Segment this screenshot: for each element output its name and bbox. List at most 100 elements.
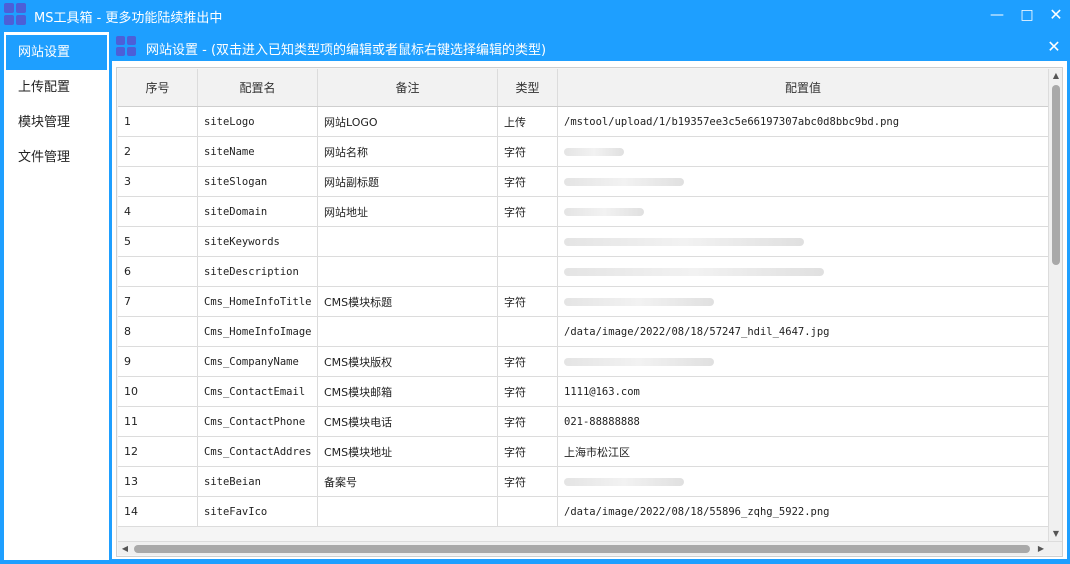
minimize-button[interactable]: — bbox=[986, 5, 1008, 25]
cell-config-value[interactable] bbox=[558, 287, 1048, 316]
cell-index[interactable]: 9 bbox=[118, 347, 198, 376]
cell-index[interactable]: 1 bbox=[118, 107, 198, 136]
cell-index[interactable]: 5 bbox=[118, 227, 198, 256]
scroll-right-icon[interactable]: ▶ bbox=[1034, 542, 1048, 556]
cell-note[interactable] bbox=[318, 257, 498, 286]
cell-note[interactable]: 网站地址 bbox=[318, 197, 498, 226]
cell-index[interactable]: 14 bbox=[118, 497, 198, 526]
cell-type[interactable] bbox=[498, 227, 558, 256]
cell-config-value[interactable]: /data/image/2022/08/18/55896_zqhg_5922.p… bbox=[558, 497, 1048, 526]
maximize-button[interactable]: □ bbox=[1016, 5, 1038, 25]
window-close-button[interactable]: ✕ bbox=[1045, 5, 1067, 25]
cell-config-name[interactable]: siteName bbox=[198, 137, 318, 166]
cell-config-name[interactable]: siteDescription bbox=[198, 257, 318, 286]
horizontal-scroll-thumb[interactable] bbox=[134, 545, 1030, 553]
cell-config-value[interactable]: 1111@163.com bbox=[558, 377, 1048, 406]
cell-config-value[interactable] bbox=[558, 347, 1048, 376]
cell-config-value[interactable] bbox=[558, 257, 1048, 286]
column-header-type[interactable]: 类型 bbox=[498, 69, 558, 106]
cell-config-value[interactable] bbox=[558, 197, 1048, 226]
cell-config-value[interactable] bbox=[558, 167, 1048, 196]
cell-index[interactable]: 4 bbox=[118, 197, 198, 226]
cell-config-name[interactable]: Cms_ContactAddres bbox=[198, 437, 318, 466]
cell-type[interactable]: 字符 bbox=[498, 407, 558, 436]
scroll-down-icon[interactable]: ▼ bbox=[1049, 527, 1062, 541]
cell-note[interactable]: 备案号 bbox=[318, 467, 498, 496]
cell-config-name[interactable]: Cms_ContactEmail bbox=[198, 377, 318, 406]
table-row[interactable]: 11 Cms_ContactPhone CMS模块电话 字符 021-88888888 bbox=[118, 407, 1048, 437]
cell-config-value[interactable]: 021-88888888 bbox=[558, 407, 1048, 436]
cell-index[interactable]: 2 bbox=[118, 137, 198, 166]
cell-type[interactable] bbox=[498, 497, 558, 526]
scroll-up-icon[interactable]: ▲ bbox=[1049, 69, 1062, 83]
table-row[interactable]: 6 siteDescription bbox=[118, 257, 1048, 287]
table-row[interactable]: 3 siteSlogan 网站副标题 字符 bbox=[118, 167, 1048, 197]
cell-config-name[interactable]: siteDomain bbox=[198, 197, 318, 226]
cell-type[interactable]: 字符 bbox=[498, 167, 558, 196]
vertical-scrollbar[interactable]: ▲ ▼ bbox=[1048, 69, 1062, 541]
cell-index[interactable]: 10 bbox=[118, 377, 198, 406]
sidebar-item-upload-config[interactable]: 上传配置 bbox=[6, 70, 107, 105]
cell-type[interactable]: 字符 bbox=[498, 467, 558, 496]
cell-type[interactable]: 字符 bbox=[498, 347, 558, 376]
cell-index[interactable]: 11 bbox=[118, 407, 198, 436]
table-row[interactable]: 13 siteBeian 备案号 字符 bbox=[118, 467, 1048, 497]
column-header-value[interactable]: 配置值 bbox=[558, 69, 1048, 106]
cell-note[interactable]: 网站LOGO bbox=[318, 107, 498, 136]
sidebar-item-module-manage[interactable]: 模块管理 bbox=[6, 105, 107, 140]
cell-note[interactable] bbox=[318, 317, 498, 346]
cell-config-name[interactable]: Cms_ContactPhone bbox=[198, 407, 318, 436]
cell-type[interactable]: 上传 bbox=[498, 107, 558, 136]
vertical-scroll-thumb[interactable] bbox=[1052, 85, 1060, 265]
title-bar[interactable]: MS工具箱 - 更多功能陆续推出中 — □ ✕ bbox=[0, 0, 1070, 30]
table-row[interactable]: 4 siteDomain 网站地址 字符 bbox=[118, 197, 1048, 227]
panel-close-button[interactable]: ✕ bbox=[1044, 36, 1064, 58]
cell-type[interactable]: 字符 bbox=[498, 287, 558, 316]
cell-note[interactable] bbox=[318, 227, 498, 256]
cell-config-value[interactable]: /mstool/upload/1/b19357ee3c5e66197307abc… bbox=[558, 107, 1048, 136]
cell-config-name[interactable]: siteFavIco bbox=[198, 497, 318, 526]
cell-config-name[interactable]: Cms_CompanyName bbox=[198, 347, 318, 376]
table-row[interactable]: 10 Cms_ContactEmail CMS模块邮箱 字符 1111@163.com bbox=[118, 377, 1048, 407]
table-row[interactable]: 9 Cms_CompanyName CMS模块版权 字符 bbox=[118, 347, 1048, 377]
cell-config-value[interactable] bbox=[558, 227, 1048, 256]
cell-type[interactable]: 字符 bbox=[498, 137, 558, 166]
cell-index[interactable]: 12 bbox=[118, 437, 198, 466]
column-header-name[interactable]: 配置名 bbox=[198, 69, 318, 106]
cell-note[interactable]: CMS模块邮箱 bbox=[318, 377, 498, 406]
cell-note[interactable]: 网站名称 bbox=[318, 137, 498, 166]
table-row[interactable]: 1 siteLogo 网站LOGO 上传/mstool/upload/1/b19357… bbox=[118, 107, 1048, 137]
cell-index[interactable]: 13 bbox=[118, 467, 198, 496]
cell-note[interactable]: CMS模块版权 bbox=[318, 347, 498, 376]
scroll-left-icon[interactable]: ◀ bbox=[118, 542, 132, 556]
column-header-note[interactable]: 备注 bbox=[318, 69, 498, 106]
cell-note[interactable]: 网站副标题 bbox=[318, 167, 498, 196]
cell-config-value[interactable]: /data/image/2022/08/18/57247_hdil_4647.j… bbox=[558, 317, 1048, 346]
horizontal-scrollbar[interactable]: ◀ ▶ bbox=[118, 541, 1062, 555]
cell-type[interactable] bbox=[498, 317, 558, 346]
cell-config-value[interactable]: 上海市松江区 bbox=[558, 437, 1048, 466]
cell-note[interactable]: CMS模块电话 bbox=[318, 407, 498, 436]
cell-config-name[interactable]: Cms_HomeInfoImage bbox=[198, 317, 318, 346]
table-row[interactable]: 14 siteFavIco/data/image/2022/08/18/55896… bbox=[118, 497, 1048, 527]
table-row[interactable]: 7 Cms_HomeInfoTitle CMS模块标题 字符 bbox=[118, 287, 1048, 317]
cell-note[interactable]: CMS模块标题 bbox=[318, 287, 498, 316]
table-row[interactable]: 12 Cms_ContactAddres CMS模块地址 字符 上海市松江区 bbox=[118, 437, 1048, 467]
cell-index[interactable]: 7 bbox=[118, 287, 198, 316]
cell-index[interactable]: 6 bbox=[118, 257, 198, 286]
cell-type[interactable] bbox=[498, 257, 558, 286]
column-header-index[interactable]: 序号 bbox=[118, 69, 198, 106]
cell-config-value[interactable] bbox=[558, 467, 1048, 496]
cell-type[interactable]: 字符 bbox=[498, 377, 558, 406]
cell-config-name[interactable]: siteKeywords bbox=[198, 227, 318, 256]
cell-config-name[interactable]: siteBeian bbox=[198, 467, 318, 496]
cell-note[interactable]: CMS模块地址 bbox=[318, 437, 498, 466]
cell-note[interactable] bbox=[318, 497, 498, 526]
cell-index[interactable]: 8 bbox=[118, 317, 198, 346]
cell-type[interactable]: 字符 bbox=[498, 197, 558, 226]
cell-type[interactable]: 字符 bbox=[498, 437, 558, 466]
table-row[interactable]: 5 siteKeywords bbox=[118, 227, 1048, 257]
cell-index[interactable]: 3 bbox=[118, 167, 198, 196]
sidebar-item-file-manage[interactable]: 文件管理 bbox=[6, 140, 107, 175]
cell-config-name[interactable]: siteSlogan bbox=[198, 167, 318, 196]
